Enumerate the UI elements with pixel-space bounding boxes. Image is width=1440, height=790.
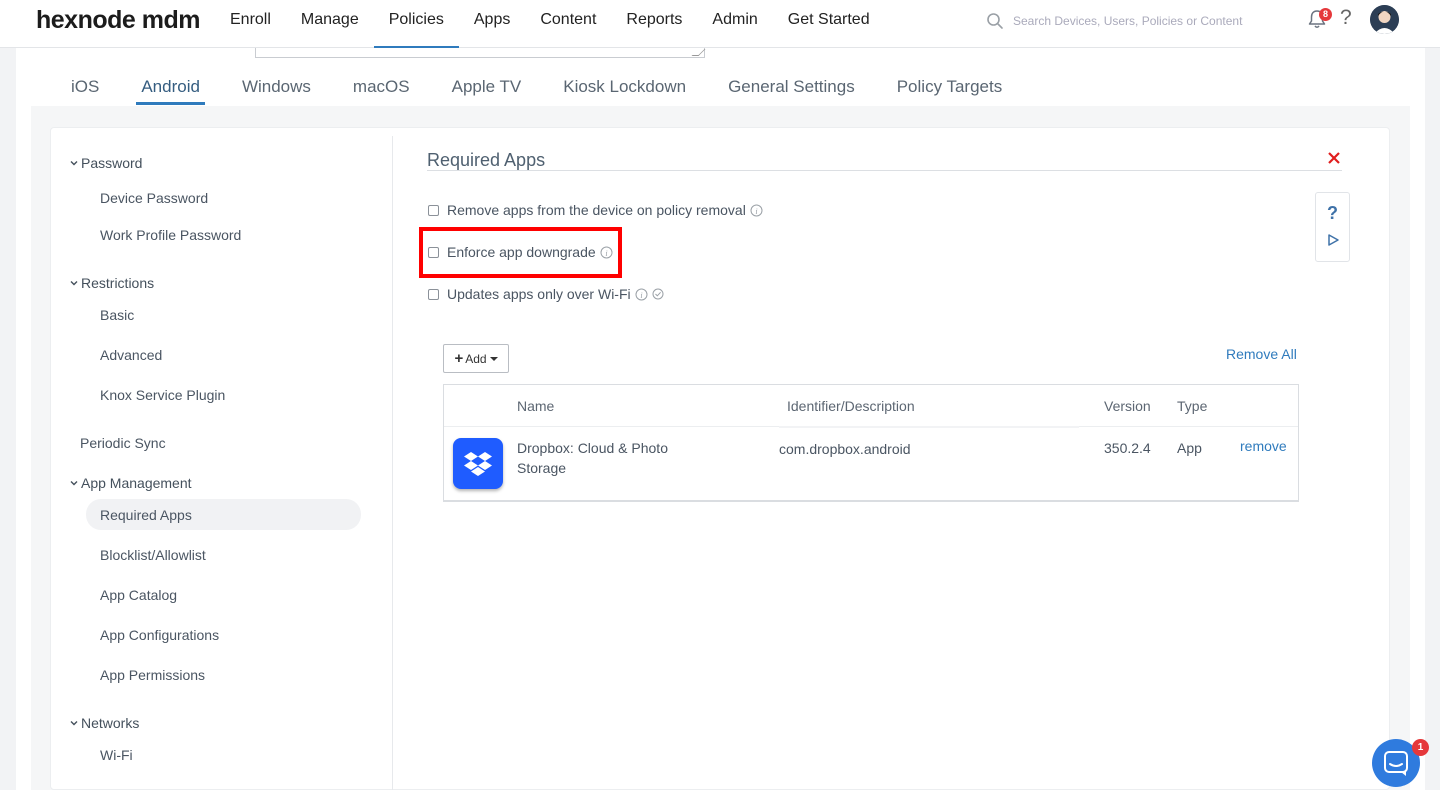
dropbox-icon (453, 438, 503, 489)
checkbox[interactable] (428, 288, 439, 300)
option-remove-apps-on-removal: Remove apps from the device on policy re… (428, 202, 763, 218)
nav-manage[interactable]: Manage (286, 0, 374, 48)
svg-text:i: i (640, 291, 642, 300)
dropbox-logo-icon (464, 452, 492, 476)
sidebar-group-label: App Management (81, 475, 192, 491)
app-version: 350.2.4 (1104, 440, 1151, 456)
tab-kiosk-lockdown[interactable]: Kiosk Lockdown (542, 68, 707, 105)
option-label: Remove apps from the device on policy re… (447, 202, 746, 218)
nav-reports[interactable]: Reports (611, 0, 697, 48)
plus-icon: + (454, 350, 464, 367)
search-input[interactable] (1013, 14, 1263, 28)
global-search (986, 9, 1276, 33)
title-divider (427, 170, 1342, 171)
info-icon[interactable]: i (635, 288, 648, 301)
policy-description-textarea[interactable] (255, 48, 705, 58)
tab-windows[interactable]: Windows (221, 68, 332, 105)
caret-down-icon (489, 356, 498, 361)
nav-enroll[interactable]: Enroll (215, 0, 286, 48)
help-panel: ? (1315, 192, 1350, 262)
svg-text:i: i (755, 207, 757, 216)
platform-tabs: iOS Android Windows macOS Apple TV Kiosk… (50, 68, 1023, 106)
sidebar-divider (392, 136, 393, 790)
table-row-separator (779, 426, 1079, 428)
highlight-annotation (419, 227, 622, 278)
nav-apps[interactable]: Apps (459, 0, 525, 48)
app-name: Dropbox: Cloud & Photo Storage (517, 438, 668, 478)
sidebar-item-device-password[interactable]: Device Password (100, 190, 208, 206)
remove-app-link[interactable]: remove (1240, 438, 1287, 454)
chat-badge: 1 (1412, 739, 1429, 756)
remove-all-link[interactable]: Remove All (1226, 346, 1297, 362)
sidebar-group-password[interactable]: Password (69, 155, 142, 171)
play-icon[interactable] (1326, 233, 1340, 247)
sidebar-item-knox-service-plugin[interactable]: Knox Service Plugin (100, 387, 225, 403)
tab-apple-tv[interactable]: Apple TV (431, 68, 543, 105)
tab-ios[interactable]: iOS (50, 68, 120, 105)
nav-policies[interactable]: Policies (373, 0, 460, 48)
sidebar-item-wifi[interactable]: Wi-Fi (100, 747, 133, 763)
chevron-down-icon (70, 161, 78, 166)
nav-content[interactable]: Content (525, 0, 611, 48)
section-title: Required Apps (427, 150, 546, 170)
tab-general-settings[interactable]: General Settings (707, 68, 876, 105)
chevron-down-icon (70, 721, 78, 726)
sidebar-group-label: Password (81, 155, 143, 171)
main-nav: Enroll Manage Policies Apps Content Repo… (215, 0, 885, 48)
sidebar-group-label: Networks (81, 715, 140, 731)
app-name-line: Storage (517, 460, 567, 476)
sidebar-item-app-catalog[interactable]: App Catalog (100, 587, 177, 603)
notification-badge: 8 (1319, 8, 1332, 21)
sidebar-group-networks[interactable]: Networks (69, 715, 139, 731)
sidebar-item-app-configurations[interactable]: App Configurations (100, 627, 219, 643)
avatar[interactable] (1370, 5, 1399, 34)
sidebar-group-label: Restrictions (81, 275, 155, 291)
sidebar-item-advanced[interactable]: Advanced (100, 347, 162, 363)
search-icon (987, 13, 1003, 29)
hexnode-logo[interactable]: hexnode mdm (36, 6, 200, 35)
add-app-button[interactable]: + Add (443, 344, 509, 373)
user-avatar-icon (1370, 5, 1399, 34)
sidebar-item-app-permissions[interactable]: App Permissions (100, 667, 205, 683)
sidebar-item-blocklist-allowlist[interactable]: Blocklist/Allowlist (100, 547, 206, 563)
add-button-label: Add (465, 351, 487, 366)
column-header-name: Name (517, 398, 555, 414)
tab-policy-targets[interactable]: Policy Targets (876, 68, 1024, 105)
help-icon[interactable]: ? (1340, 6, 1352, 30)
sidebar-item-periodic-sync[interactable]: Periodic Sync (80, 435, 166, 451)
app-type: App (1177, 440, 1202, 456)
column-header-type: Type (1177, 398, 1208, 414)
chevron-down-icon (70, 481, 78, 486)
sidebar-group-app-management[interactable]: App Management (69, 475, 192, 491)
app-identifier: com.dropbox.android (779, 441, 911, 457)
sidebar-item-work-profile-password[interactable]: Work Profile Password (100, 227, 241, 243)
option-updates-wifi-only: Updates apps only over Wi-Fi i (428, 286, 664, 302)
close-icon[interactable] (1326, 150, 1342, 166)
chevron-down-icon (70, 281, 78, 286)
verified-check-icon (652, 288, 664, 300)
tab-android[interactable]: Android (120, 68, 221, 105)
tab-macos[interactable]: macOS (332, 68, 431, 105)
sidebar-item-required-apps[interactable]: Required Apps (100, 507, 192, 523)
nav-get-started[interactable]: Get Started (773, 0, 885, 48)
nav-admin[interactable]: Admin (697, 0, 772, 48)
top-navbar: hexnode mdm Enroll Manage Policies Apps … (0, 0, 1440, 48)
column-header-identifier: Identifier/Description (787, 398, 915, 414)
question-icon[interactable]: ? (1327, 203, 1338, 224)
info-icon[interactable]: i (750, 204, 763, 217)
checkbox[interactable] (428, 204, 439, 216)
sidebar-group-restrictions[interactable]: Restrictions (69, 275, 154, 291)
option-label: Updates apps only over Wi-Fi (447, 286, 631, 302)
required-apps-table: Name Identifier/Description Version Type… (443, 384, 1299, 502)
sidebar-item-basic[interactable]: Basic (100, 307, 134, 323)
column-header-version: Version (1104, 398, 1151, 414)
app-name-line: Dropbox: Cloud & Photo (517, 440, 668, 456)
